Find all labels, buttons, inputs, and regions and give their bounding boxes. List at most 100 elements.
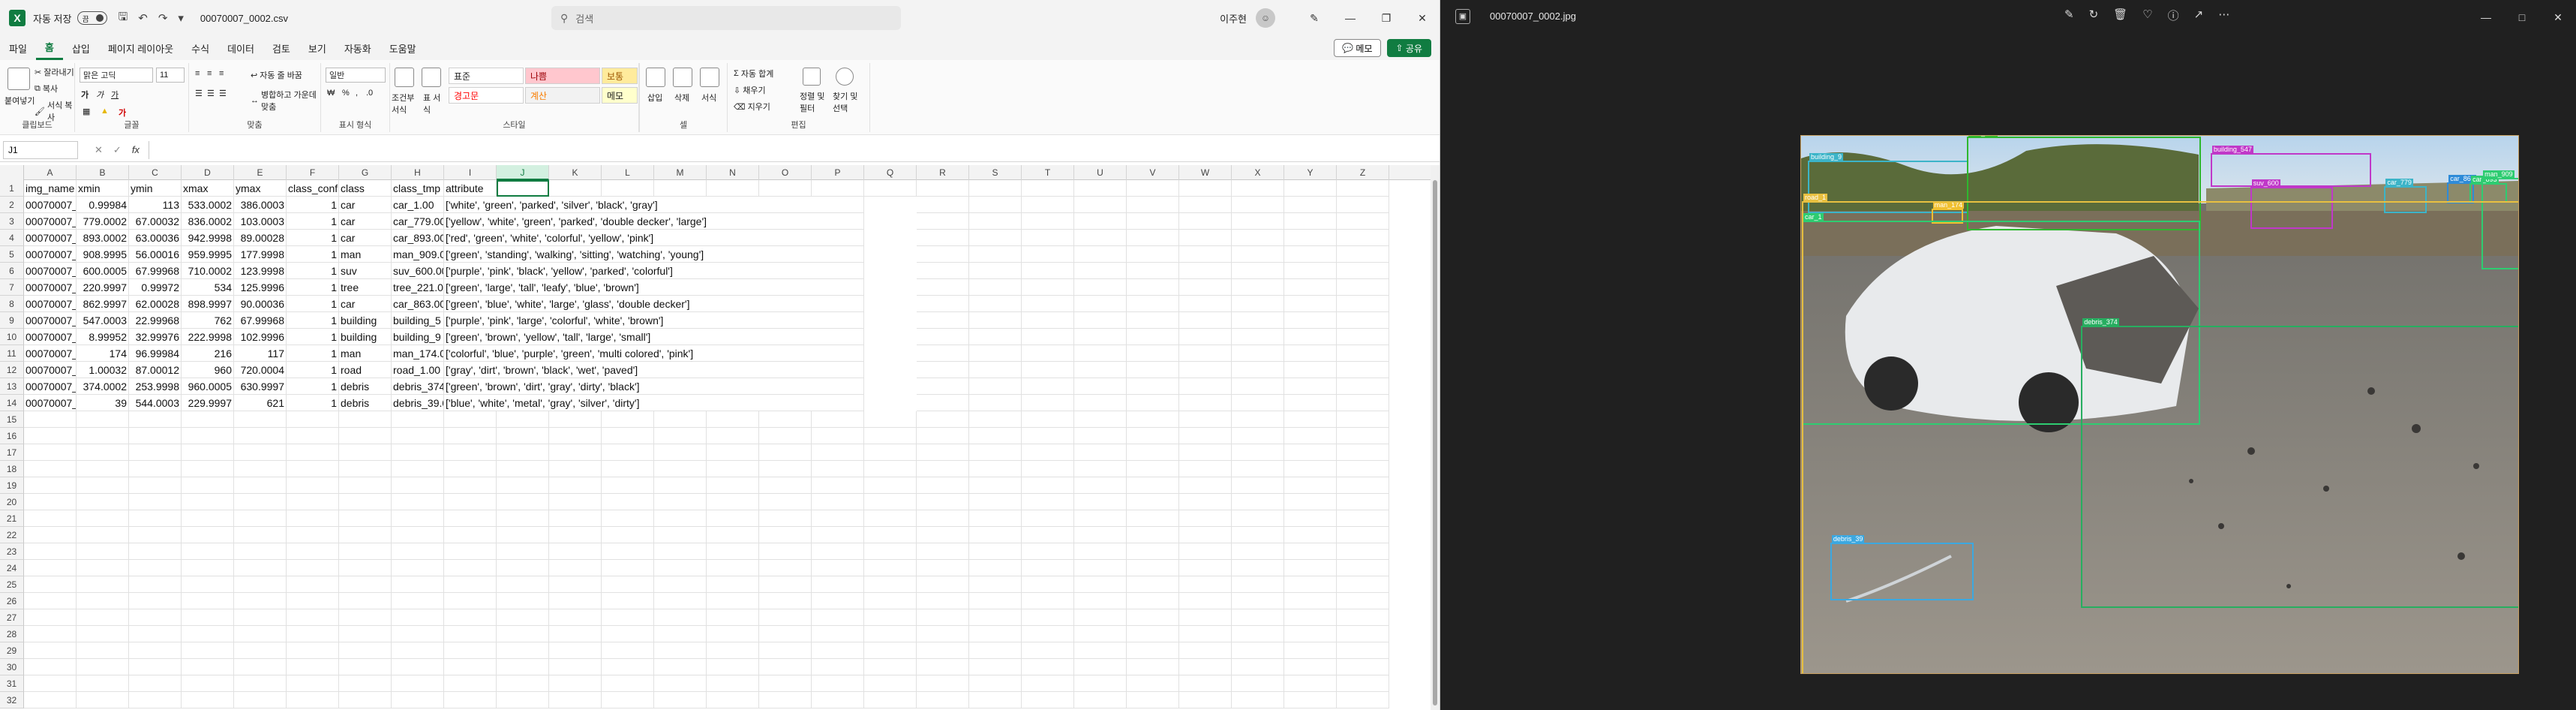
clear-button[interactable]: ⌫ 지우기	[734, 101, 770, 113]
empty-cell[interactable]	[1337, 378, 1389, 395]
empty-cell[interactable]	[129, 527, 182, 543]
table-cell[interactable]: road	[339, 362, 392, 378]
table-cell[interactable]: 103.0003	[234, 213, 287, 230]
empty-cell[interactable]	[1074, 593, 1127, 609]
border-icon[interactable]: ▦	[83, 107, 90, 116]
empty-cell[interactable]	[497, 560, 549, 576]
empty-cell[interactable]	[182, 543, 234, 560]
table-cell[interactable]: 00070007_	[24, 378, 77, 395]
table-cell[interactable]: debris	[339, 395, 392, 411]
empty-cell[interactable]	[1284, 642, 1337, 659]
row-header-5[interactable]: 5	[0, 246, 24, 263]
empty-cell[interactable]	[1337, 362, 1389, 378]
empty-cell[interactable]	[1337, 263, 1389, 279]
empty-cell[interactable]	[969, 642, 1022, 659]
empty-cell[interactable]	[77, 692, 129, 708]
empty-cell[interactable]	[1337, 626, 1389, 642]
empty-cell[interactable]	[234, 477, 287, 494]
function-icon[interactable]: fx	[132, 144, 140, 156]
empty-cell[interactable]	[917, 494, 969, 510]
empty-cell[interactable]	[864, 626, 917, 642]
empty-cell[interactable]	[77, 543, 129, 560]
share-icon[interactable]: ↗	[2194, 8, 2204, 23]
column-header-z[interactable]: Z	[1337, 165, 1389, 180]
empty-cell[interactable]	[759, 593, 812, 609]
empty-cell[interactable]	[812, 411, 864, 428]
empty-cell[interactable]	[654, 428, 707, 444]
empty-cell[interactable]	[759, 527, 812, 543]
accounting-icon[interactable]: ₩	[327, 89, 335, 98]
empty-cell[interactable]	[497, 428, 549, 444]
empty-cell[interactable]	[77, 576, 129, 593]
empty-cell[interactable]	[182, 428, 234, 444]
empty-cell[interactable]	[1337, 411, 1389, 428]
empty-cell[interactable]	[759, 560, 812, 576]
empty-cell[interactable]	[1232, 411, 1284, 428]
row-header-8[interactable]: 8	[0, 296, 24, 312]
align-middle-icon[interactable]: ≡	[207, 69, 212, 78]
empty-cell[interactable]	[1284, 329, 1337, 345]
empty-cell[interactable]	[392, 576, 444, 593]
avatar[interactable]: ☺	[1256, 8, 1275, 28]
empty-cell[interactable]	[1022, 329, 1074, 345]
table-cell[interactable]: man	[339, 345, 392, 362]
table-cell[interactable]: 710.0002	[182, 263, 234, 279]
empty-cell[interactable]	[812, 461, 864, 477]
empty-cell[interactable]	[287, 477, 339, 494]
empty-cell[interactable]	[1337, 692, 1389, 708]
table-cell[interactable]: 67.99968	[129, 263, 182, 279]
empty-cell[interactable]	[1074, 411, 1127, 428]
empty-cell[interactable]	[129, 477, 182, 494]
empty-cell[interactable]	[392, 444, 444, 461]
empty-cell[interactable]	[287, 494, 339, 510]
empty-cell[interactable]	[969, 593, 1022, 609]
empty-cell[interactable]	[1022, 296, 1074, 312]
empty-cell[interactable]	[549, 444, 602, 461]
column-header-l[interactable]: L	[602, 165, 654, 180]
row-header-16[interactable]: 16	[0, 428, 24, 444]
empty-cell[interactable]	[287, 543, 339, 560]
empty-cell[interactable]	[444, 593, 497, 609]
empty-cell[interactable]	[1022, 279, 1074, 296]
header-cell[interactable]: xmax	[182, 180, 234, 197]
empty-cell[interactable]	[1127, 263, 1179, 279]
empty-cell[interactable]	[1337, 609, 1389, 626]
row-header-15[interactable]: 15	[0, 411, 24, 428]
empty-cell[interactable]	[1232, 494, 1284, 510]
empty-cell[interactable]	[812, 428, 864, 444]
empty-cell[interactable]	[602, 527, 654, 543]
empty-cell[interactable]	[392, 659, 444, 675]
empty-cell[interactable]	[1127, 609, 1179, 626]
empty-cell[interactable]	[654, 477, 707, 494]
row-header-30[interactable]: 30	[0, 659, 24, 675]
empty-cell[interactable]	[1284, 197, 1337, 213]
empty-cell[interactable]	[1074, 609, 1127, 626]
cut-button[interactable]: ✂ 잘라내기	[35, 66, 74, 78]
row-header-13[interactable]: 13	[0, 378, 24, 395]
empty-cell[interactable]	[864, 180, 917, 197]
empty-cell[interactable]	[1284, 246, 1337, 263]
empty-cell[interactable]	[969, 510, 1022, 527]
empty-cell[interactable]	[759, 411, 812, 428]
table-cell[interactable]: 00070007_	[24, 296, 77, 312]
table-cell[interactable]: 960.0005	[182, 378, 234, 395]
empty-cell[interactable]	[917, 197, 969, 213]
empty-cell[interactable]	[1337, 642, 1389, 659]
empty-cell[interactable]	[1337, 659, 1389, 675]
edit-icon[interactable]: ✎	[2064, 8, 2074, 23]
empty-cell[interactable]	[1232, 378, 1284, 395]
empty-cell[interactable]	[969, 609, 1022, 626]
empty-cell[interactable]	[1337, 213, 1389, 230]
empty-cell[interactable]	[602, 543, 654, 560]
style-calculation[interactable]: 계산	[525, 87, 600, 104]
tab-page-layout[interactable]: 페이지 레이아웃	[99, 36, 182, 60]
document-filename[interactable]: 00070007_0002.csv	[200, 13, 288, 24]
search-input[interactable]: ⚲ 검색	[551, 6, 901, 30]
empty-cell[interactable]	[287, 428, 339, 444]
table-cell[interactable]: 959.9995	[182, 246, 234, 263]
empty-cell[interactable]	[444, 576, 497, 593]
row-header-7[interactable]: 7	[0, 279, 24, 296]
empty-cell[interactable]	[392, 692, 444, 708]
row-header-26[interactable]: 26	[0, 593, 24, 609]
align-center-icon[interactable]: ☰	[207, 89, 215, 98]
